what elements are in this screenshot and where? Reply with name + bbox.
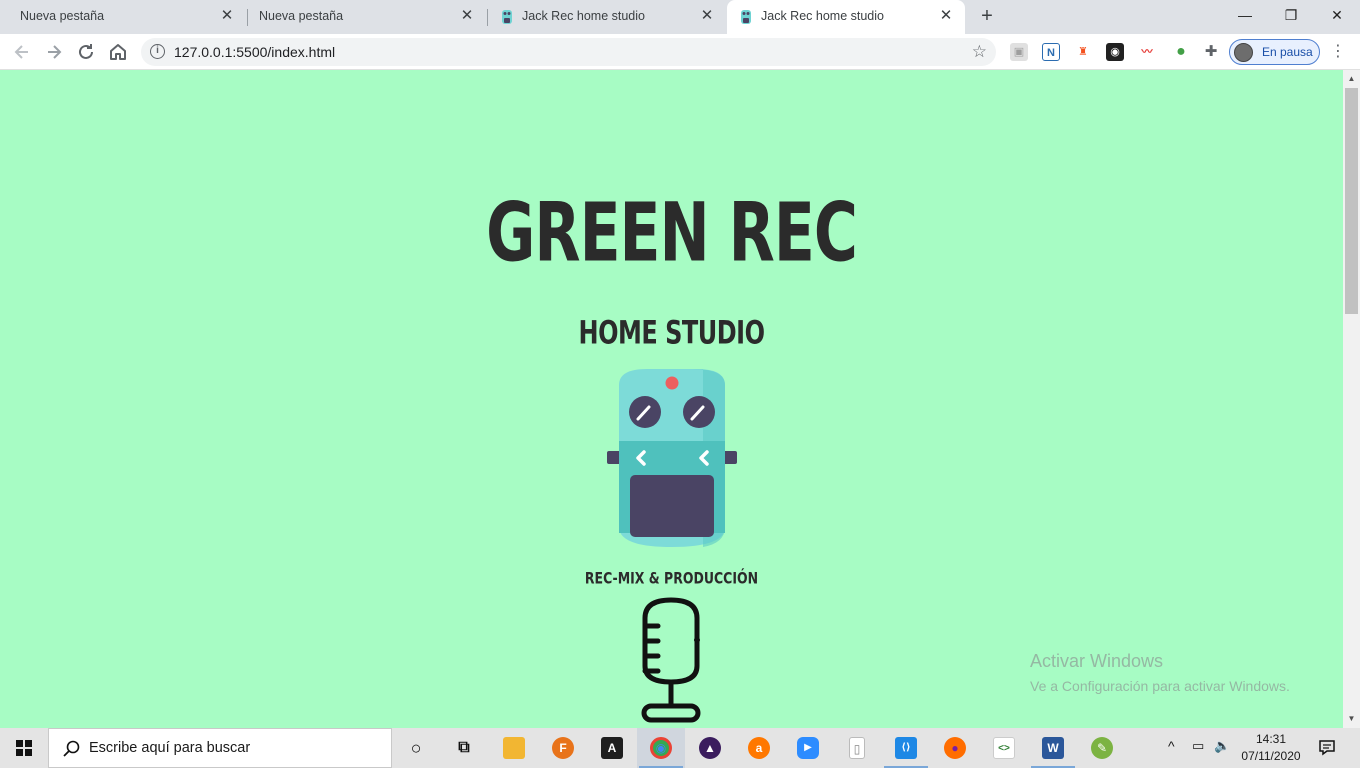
site-info-icon[interactable]: i xyxy=(150,44,165,59)
browser-toolbar: i 127.0.0.1:5500/index.html ☆ ▣ N ♜ ◉ 〰 … xyxy=(0,34,1360,70)
profile-button[interactable]: En pausa xyxy=(1229,39,1320,65)
avatar xyxy=(1234,43,1253,62)
vscode-glyph: ⟨⟩ xyxy=(895,737,917,759)
microphone-icon xyxy=(641,597,701,723)
word-glyph: W xyxy=(1042,737,1064,759)
firefox-glyph: ● xyxy=(944,737,966,759)
tab-title: Nueva pestaña xyxy=(259,9,344,23)
tab-jack-rec-1[interactable]: Jack Rec home studio ✕ xyxy=(488,0,726,34)
search-icon xyxy=(63,740,80,757)
taskbar-search-box[interactable]: Escribe aquí para buscar xyxy=(48,728,392,768)
close-window-button[interactable]: ✕ xyxy=(1314,0,1360,30)
url-text[interactable]: 127.0.0.1:5500/index.html xyxy=(174,44,335,60)
notifications-icon[interactable] xyxy=(1318,738,1336,756)
clock-date: 07/11/2020 xyxy=(1241,749,1301,763)
avid-icon[interactable]: ▲ xyxy=(686,728,734,768)
task-view-glyph: ⧉ xyxy=(458,739,470,756)
forward-arrow-icon xyxy=(48,45,62,59)
scroll-down-icon[interactable]: ▼ xyxy=(1343,712,1360,726)
fl-studio-icon[interactable]: F xyxy=(539,728,587,768)
file-explorer-icon[interactable]: ▬ xyxy=(490,728,538,768)
tab-close-icon[interactable]: ✕ xyxy=(458,7,476,25)
paint-glyph: ✎ xyxy=(1091,737,1113,759)
windows-taskbar: Escribe aquí para buscar ○ ⧉ ▬ F A ◉ ▲ a… xyxy=(0,728,1360,768)
tray-chevron-icon[interactable]: ^ xyxy=(1168,738,1175,768)
document-glyph: ▯ xyxy=(849,737,865,759)
tab-strip: Nueva pestaña ✕ Nueva pestaña ✕ Jack Rec… xyxy=(0,0,1360,34)
back-button[interactable] xyxy=(10,40,34,64)
address-bar[interactable]: i 127.0.0.1:5500/index.html ☆ xyxy=(141,38,996,66)
extension-chart-icon[interactable]: 〰 xyxy=(1138,43,1156,61)
pedal-favicon-icon xyxy=(502,10,512,24)
browser-menu-icon[interactable]: ⋮ xyxy=(1330,42,1346,62)
vscode-icon[interactable]: ⟨⟩ xyxy=(882,728,930,768)
home-icon xyxy=(110,44,126,60)
pedal-favicon-icon xyxy=(741,10,751,24)
avid-glyph: ▲ xyxy=(699,737,721,759)
zoom-glyph: ▶ xyxy=(797,737,819,759)
paint-icon[interactable]: ✎ xyxy=(1078,728,1126,768)
extensions-puzzle-icon[interactable]: ✚ xyxy=(1202,43,1220,61)
pro-tools-icon[interactable]: A xyxy=(588,728,636,768)
extension-n-icon[interactable]: N xyxy=(1042,43,1060,61)
scroll-up-icon[interactable]: ▲ xyxy=(1343,72,1360,86)
cortana-glyph: ○ xyxy=(410,738,422,758)
tab-nueva-pestana-1[interactable]: Nueva pestaña ✕ xyxy=(0,0,246,34)
task-view-icon[interactable]: ⧉ xyxy=(440,728,488,768)
code-editor-glyph: <> xyxy=(993,737,1015,759)
network-icon[interactable]: ▭ xyxy=(1192,738,1204,768)
extension-lighthouse-icon[interactable]: ♜ xyxy=(1074,43,1092,61)
vertical-scrollbar[interactable]: ▲ ▼ xyxy=(1343,70,1360,728)
word-icon[interactable]: W xyxy=(1029,728,1077,768)
tab-close-icon[interactable]: ✕ xyxy=(218,7,236,25)
extension-shield-icon[interactable]: ▣ xyxy=(1010,43,1028,61)
file-explorer-glyph: ▬ xyxy=(503,737,525,759)
code-editor-icon[interactable]: <> xyxy=(980,728,1028,768)
home-button[interactable] xyxy=(106,40,130,64)
pro-tools-glyph: A xyxy=(601,737,623,759)
back-arrow-icon xyxy=(14,45,28,59)
reload-icon xyxy=(79,44,93,59)
avast-icon[interactable]: a xyxy=(735,728,783,768)
extension-camera-icon[interactable]: ◉ xyxy=(1106,43,1124,61)
extension-colorzilla-icon[interactable]: ● xyxy=(1172,43,1190,61)
guitar-pedal-icon xyxy=(607,369,737,547)
forward-button[interactable] xyxy=(42,40,66,64)
tab-title: Nueva pestaña xyxy=(20,9,105,23)
clock-time: 14:31 xyxy=(1255,732,1287,746)
profile-status-label: En pausa xyxy=(1262,45,1313,59)
fl-studio-glyph: F xyxy=(552,737,574,759)
taskbar-clock[interactable]: 14:31 07/11/2020 xyxy=(1236,731,1306,765)
tab-nueva-pestana-2[interactable]: Nueva pestaña ✕ xyxy=(248,0,486,34)
tab-title: Jack Rec home studio xyxy=(761,9,884,23)
watermark-title: Activar Windows xyxy=(1030,651,1164,671)
watermark-subtitle: Ve a Configuración para activar Windows. xyxy=(1030,678,1290,694)
page-tagline: REC-MIX & PRODUCCIÓN xyxy=(584,568,759,588)
search-placeholder: Escribe aquí para buscar xyxy=(89,740,251,756)
cortana-icon[interactable]: ○ xyxy=(392,728,440,768)
tab-title: Jack Rec home studio xyxy=(522,9,645,23)
page-title: GREEN REC xyxy=(486,186,858,281)
restore-button[interactable]: ❐ xyxy=(1268,0,1314,30)
windows-logo-icon xyxy=(16,740,32,756)
chrome-icon[interactable]: ◉ xyxy=(637,728,685,768)
minimize-button[interactable]: — xyxy=(1222,0,1268,30)
tab-close-icon[interactable]: ✕ xyxy=(937,7,955,25)
chrome-glyph: ◉ xyxy=(650,737,672,759)
new-tab-button[interactable]: + xyxy=(976,6,998,28)
scrollbar-thumb[interactable] xyxy=(1345,88,1358,314)
bookmark-star-icon[interactable]: ☆ xyxy=(972,42,987,62)
firefox-icon[interactable]: ● xyxy=(931,728,979,768)
page-viewport: GREEN REC HOME STUDIO REC-MIX & PRODUCCI… xyxy=(0,70,1343,728)
avast-glyph: a xyxy=(748,737,770,759)
reload-button[interactable] xyxy=(74,40,98,64)
start-button[interactable] xyxy=(0,728,48,768)
tab-close-icon[interactable]: ✕ xyxy=(698,7,716,25)
tab-jack-rec-active[interactable]: Jack Rec home studio ✕ xyxy=(727,0,965,34)
volume-icon[interactable]: 🔈 xyxy=(1214,738,1230,768)
page-subtitle: HOME STUDIO xyxy=(578,314,765,352)
zoom-icon[interactable]: ▶ xyxy=(784,728,832,768)
windows-activation-watermark: Activar Windows Ve a Configuración para … xyxy=(1030,651,1290,694)
document-icon[interactable]: ▯ xyxy=(833,728,881,768)
